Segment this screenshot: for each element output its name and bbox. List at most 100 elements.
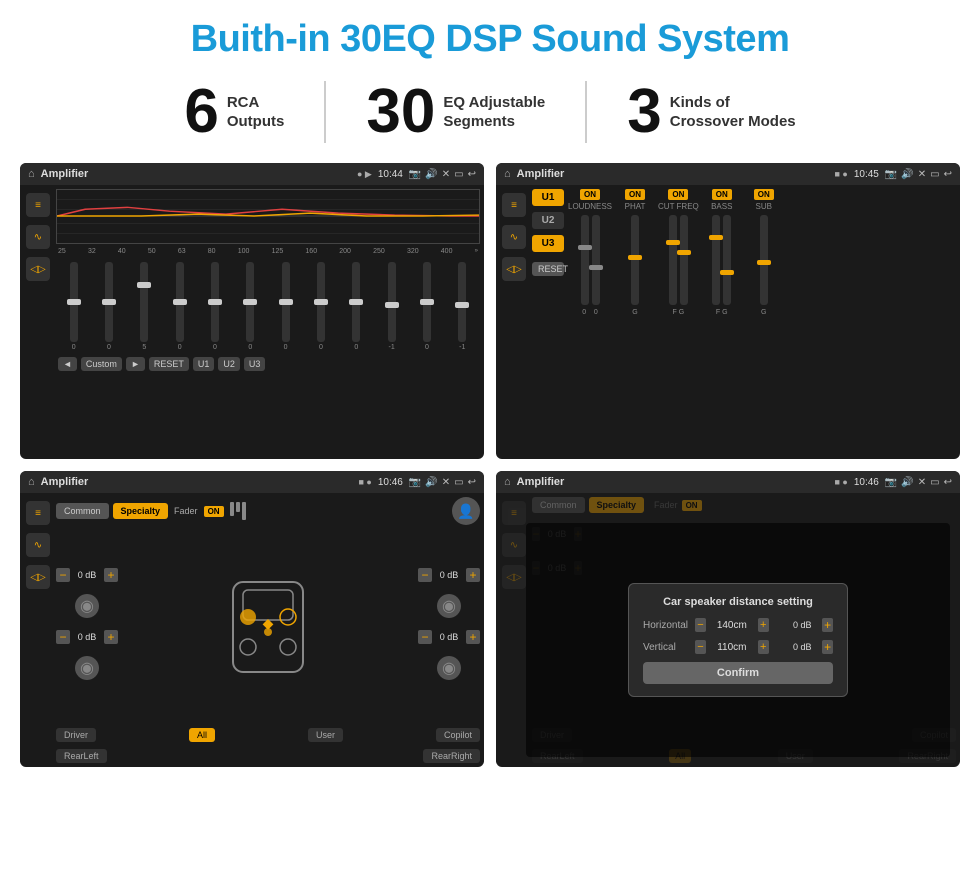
s2-reset-btn[interactable]: RESET [532,262,564,276]
horizontal-minus-btn[interactable]: − [695,618,706,632]
on-badge-loudness: ON [580,189,600,200]
prev-btn[interactable]: ◄ [58,357,77,371]
s2-vol-btn[interactable]: ◁▷ [502,257,526,281]
vertical-label: Vertical [643,642,689,653]
copilot-btn[interactable]: Copilot [436,728,480,742]
eq-filter-btn[interactable]: ≡ [26,193,50,217]
eq-slider-1: 0 [70,262,78,351]
s4-tab-common: Common [532,497,585,513]
bass-sliders [712,215,731,305]
left-controls-eq: ≡ ∿ ◁▷ [24,189,52,455]
eq-bottom: ◄ Custom ► RESET U1 U2 U3 [56,355,480,373]
back-icon: ↩ [468,169,476,180]
minus-fr[interactable]: − [418,568,432,582]
horizontal-plus-btn[interactable]: + [758,618,769,632]
plus-rl[interactable]: + [104,630,118,644]
s4-tab-specialty: Specialty [589,497,645,513]
s3-filter-btn[interactable]: ≡ [26,501,50,525]
rear-left-btn[interactable]: RearLeft [56,749,107,763]
on-badge-sub: ON [754,189,774,200]
confirm-button[interactable]: Confirm [643,662,833,684]
u1-select[interactable]: U1 [532,189,564,206]
screen-eq: ⌂ Amplifier ● ▶ 10:44 📷 🔊 ✕ ▭ ↩ ≡ ∿ ◁▷ [20,163,484,459]
vertical-minus-btn[interactable]: − [695,640,706,654]
topbar-icons-specialty: 📷 🔊 ✕ ▭ ↩ [409,477,476,488]
h-plus[interactable]: + [822,618,833,632]
play-btn[interactable]: ► [126,357,145,371]
minus-rr[interactable]: − [418,630,432,644]
stat-number-eq: 30 [366,81,435,143]
user-btn[interactable]: User [308,728,343,742]
s2-filter-btn[interactable]: ≡ [502,193,526,217]
topbar-title-dialog: Amplifier [517,476,829,488]
s3-wave-btn[interactable]: ∿ [26,533,50,557]
on-badge-cutfreq: ON [668,189,688,200]
plus-rr[interactable]: + [466,630,480,644]
eq-slider-12: -1 [458,262,466,351]
topbar-time-dialog: 10:46 [854,477,879,488]
plus-fr[interactable]: + [466,568,480,582]
topbar-icons-amp: 📷 🔊 ✕ ▭ ↩ [885,169,952,180]
topbar-time-amp: 10:45 [854,169,879,180]
vol-row-fl: − 0 dB + [56,568,118,582]
camera-icon-4: 📷 [885,477,897,488]
vol-row-fr: − 0 dB + [418,568,480,582]
camera-icon: 📷 [409,169,421,180]
minus-rl[interactable]: − [56,630,70,644]
stat-text-crossover: Kinds of Crossover Modes [670,93,796,132]
topbar-eq: ⌂ Amplifier ● ▶ 10:44 📷 🔊 ✕ ▭ ↩ [20,163,484,185]
u2-btn[interactable]: U2 [218,357,240,371]
s3-bottom-btns: Driver All User Copilot [56,728,480,742]
topbar-icons-eq: 📷 🔊 ✕ ▭ ↩ [409,169,476,180]
stat-rca: 6 RCA Outputs [144,81,326,143]
s4-wave-btn[interactable]: ∿ [502,533,526,557]
s4-fader-label: Fader [654,500,678,510]
home-icon-4: ⌂ [504,476,511,488]
minus-fl[interactable]: − [56,568,70,582]
stats-row: 6 RCA Outputs 30 EQ Adjustable Segments … [0,71,980,157]
s3-main: Common Specialty Fader ON 👤 [56,497,480,763]
tab-specialty[interactable]: Specialty [113,503,169,519]
speaker-rl: ◉ [75,656,99,680]
dot-icons-2: ■ ● [834,169,847,179]
s3-bottom-row2: RearLeft RearRight [56,749,480,763]
eq-slider-2: 0 [105,262,113,351]
s2-u-buttons: U1 U2 U3 RESET [532,189,564,455]
u1-btn[interactable]: U1 [193,357,215,371]
eq-slider-11: 0 [423,262,431,351]
vol-row-rr: − 0 dB + [418,630,480,644]
h-db-val: 0 dB [788,620,816,630]
s3-vol-btn[interactable]: ◁▷ [26,565,50,589]
rear-right-btn[interactable]: RearRight [423,749,480,763]
vertical-plus-btn[interactable]: + [758,640,769,654]
driver-btn[interactable]: Driver [56,728,96,742]
v-plus[interactable]: + [822,640,833,654]
vol-val-fr: 0 dB [435,570,463,580]
eq-wave-btn[interactable]: ∿ [26,225,50,249]
plus-fl[interactable]: + [104,568,118,582]
reset-btn[interactable]: RESET [149,357,189,371]
topbar-title-specialty: Amplifier [41,476,353,488]
topbar-specialty: ⌂ Amplifier ■ ● 10:46 📷 🔊 ✕ ▭ ↩ [20,471,484,493]
tab-common[interactable]: Common [56,503,109,519]
u3-select[interactable]: U3 [532,235,564,252]
eq-slider-9: 0 [352,262,360,351]
cutfreq-label: CUT FREQ [658,202,699,211]
s2-wave-btn[interactable]: ∿ [502,225,526,249]
phat-sliders [631,215,639,305]
stat-number-crossover: 3 [627,81,661,143]
stat-eq: 30 EQ Adjustable Segments [326,81,587,143]
on-badge-phat: ON [625,189,645,200]
stat-crossover: 3 Kinds of Crossover Modes [587,81,835,143]
dialog-row-vertical: Vertical − 110cm + 0 dB + [643,640,833,654]
eq-vol-btn[interactable]: ◁▷ [26,257,50,281]
u2-select[interactable]: U2 [532,212,564,229]
all-btn[interactable]: All [189,728,215,742]
fader-on-badge: ON [204,506,224,517]
sub-label: SUB [756,202,772,211]
s4-filter-btn[interactable]: ≡ [502,501,526,525]
bass-label: BASS [711,202,732,211]
window-icon-3: ▭ [454,477,463,488]
u3-btn[interactable]: U3 [244,357,266,371]
s4-vol-btn[interactable]: ◁▷ [502,565,526,589]
